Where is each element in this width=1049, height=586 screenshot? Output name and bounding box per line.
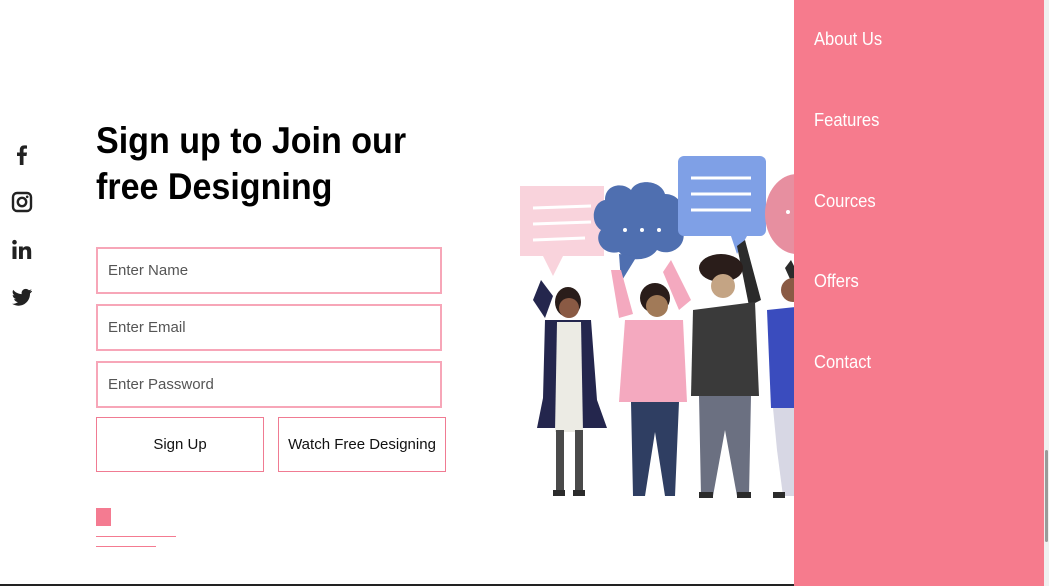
scrollbar-thumb[interactable] [1045,450,1048,542]
pink-speech-bubble [520,186,604,276]
page-title: Sign up to Join our free Designing [96,118,427,210]
facebook-icon[interactable] [10,142,34,166]
side-navigation: About Us Features Cources Offers Contact [794,0,1044,586]
instagram-icon[interactable] [10,190,34,214]
decorative-line-short [96,546,156,547]
decorative-line [96,536,176,537]
title-line-2: free Designing [96,166,333,207]
sign-up-button[interactable]: Sign Up [96,417,264,472]
name-input[interactable] [96,247,442,294]
nav-item-offers[interactable]: Offers [814,271,859,292]
person-navy-coat [533,280,607,496]
nav-item-features[interactable]: Features [814,110,879,131]
person-pink-sweater [611,260,691,496]
watch-free-designing-button[interactable]: Watch Free Designing [278,417,446,472]
title-line-1: Sign up to Join our [96,120,407,161]
nav-item-cources[interactable]: Cources [814,191,876,212]
person-grey-sweater [691,240,761,498]
linkedin-icon[interactable] [10,238,34,262]
light-blue-speech-bubble [678,156,766,254]
people-with-speech-bubbles-illustration [520,156,805,498]
nav-item-contact[interactable]: Contact [814,352,871,373]
password-input[interactable] [96,361,442,408]
nav-item-about-us[interactable]: About Us [814,29,882,50]
email-input[interactable] [96,304,442,351]
twitter-icon[interactable] [10,285,34,309]
decorative-square [96,508,111,526]
